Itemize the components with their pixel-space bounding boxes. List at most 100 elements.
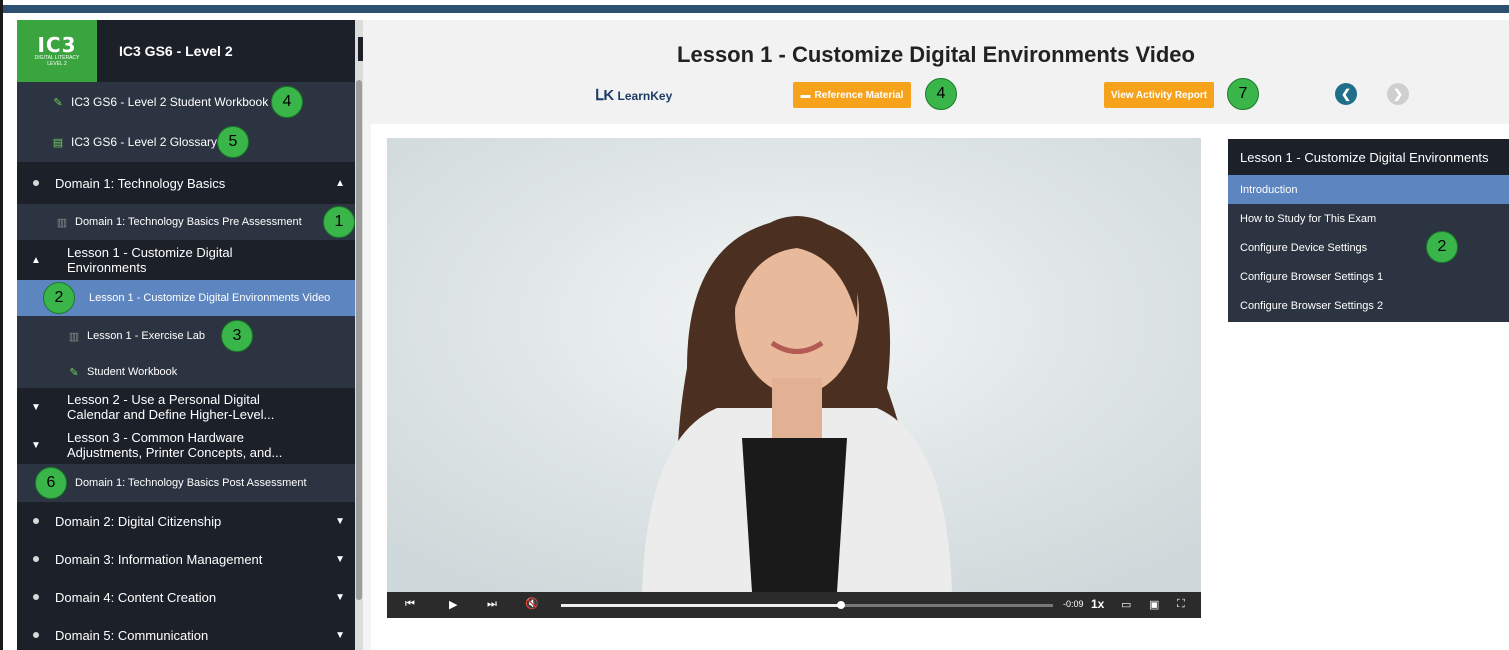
sidebar-item-lesson1[interactable]: ▲ Lesson 1 - Customize Digital Environme… [17, 240, 355, 280]
callout-badge: 5 [217, 126, 249, 158]
next-button[interactable]: ❯ [1387, 83, 1409, 105]
sidebar-header: IC3 DIGITAL LITERACY LEVEL 2 IC3 GS6 - L… [17, 20, 355, 82]
bullet-icon [33, 556, 39, 562]
button-label: Reference Material [814, 89, 904, 101]
logo-text: IC3 [37, 33, 77, 57]
mute-icon[interactable]: 🔇 [525, 597, 539, 610]
main-header: Lesson 1 - Customize Digital Environment… [363, 20, 1509, 122]
folder-icon: ▬ [800, 89, 811, 101]
skip-back-icon[interactable]: ⏮ [405, 598, 415, 611]
course-title: IC3 GS6 - Level 2 [119, 43, 233, 59]
callout-badge: 4 [925, 78, 957, 110]
scrollbar-thumb[interactable] [356, 80, 362, 600]
picture-in-picture-icon[interactable]: ▣ [1149, 598, 1159, 611]
sidebar-item-domain2[interactable]: Domain 2: Digital Citizenship ▼ [17, 502, 355, 540]
chevron-down-icon: ▼ [335, 629, 345, 641]
sidebar-item-domain4[interactable]: Domain 4: Content Creation ▼ [17, 578, 355, 616]
lesson-playlist: Lesson 1 - Customize Digital Environment… [1228, 139, 1509, 322]
seek-handle[interactable] [837, 601, 846, 609]
sidebar-item-domain3[interactable]: Domain 3: Information Management ▼ [17, 540, 355, 578]
video-controls: ⏮ ▶ ⏭ 🔇 -0:09 1x ▭ ▣ ⛶ [387, 592, 1201, 618]
callout-badge: 2 [1426, 231, 1458, 263]
sidebar-item-domain5[interactable]: Domain 5: Communication ▼ [17, 616, 355, 650]
video-player[interactable] [387, 138, 1201, 618]
play-icon[interactable]: ▶ [449, 598, 457, 611]
chart-icon: ▥ [56, 216, 68, 229]
learnkey-logo: ⅬK LearnKey [595, 86, 672, 104]
sidebar-item-lesson1-video[interactable]: Lesson 1 - Customize Digital Environment… [17, 280, 355, 316]
sidebar-item-label: Lesson 1 - Customize Digital Environment… [67, 245, 233, 275]
top-stripe [3, 5, 1509, 13]
main-area: Lesson 1 - Customize Digital Environment… [363, 20, 1509, 650]
page-title: Lesson 1 - Customize Digital Environment… [677, 42, 1195, 67]
time-remaining: -0:09 [1063, 599, 1084, 609]
chevron-down-icon: ▼ [335, 553, 345, 565]
playlist-item[interactable]: How to Study for This Exam [1228, 204, 1509, 233]
learnkey-logo-text: LearnKey [617, 89, 673, 103]
button-label: View Activity Report [1110, 89, 1208, 101]
sidebar-item-post-assessment[interactable]: Domain 1: Technology Basics Post Assessm… [17, 464, 355, 502]
logo-level: LEVEL 2 [47, 61, 67, 67]
sidebar-item-workbook[interactable]: ✎ IC3 GS6 - Level 2 Student Workbook 4 [17, 82, 355, 122]
chevron-down-icon: ▼ [335, 515, 345, 527]
sidebar-item-label: Student Workbook [87, 366, 178, 378]
playlist-item[interactable]: Configure Device Settings [1228, 233, 1509, 262]
chevron-down-icon: ▼ [335, 591, 345, 603]
chevron-down-icon: ▼ [31, 439, 41, 451]
sidebar-item-label: IC3 GS6 - Level 2 Glossary [71, 135, 218, 149]
sidebar-item-label: Domain 1: Technology Basics [55, 175, 226, 191]
window-frame [0, 0, 3, 650]
sidebar-item-label: Lesson 2 - Use a Personal Digital Calend… [67, 392, 275, 422]
callout-badge: 2 [43, 282, 75, 314]
chevron-up-icon: ▲ [31, 254, 41, 266]
captions-icon[interactable]: ▭ [1121, 598, 1131, 611]
chart-icon: ▥ [68, 330, 80, 343]
chevron-right-icon: ❯ [1392, 87, 1404, 101]
bullet-icon [33, 180, 39, 186]
sidebar-item-lesson3[interactable]: ▼ Lesson 3 - Common Hardware Adjustments… [17, 426, 355, 464]
lk-mark-icon: ⅬK [595, 87, 615, 104]
bullet-icon [33, 518, 39, 524]
sidebar-item-label: Lesson 1 - Customize Digital Environment… [89, 292, 331, 304]
sidebar-scrollbar[interactable] [355, 20, 363, 650]
sidebar-item-student-workbook[interactable]: ✎ Student Workbook [17, 356, 355, 388]
sidebar-item-domain1[interactable]: Domain 1: Technology Basics ▲ [17, 162, 355, 204]
bullet-icon [33, 594, 39, 600]
sidebar-item-label: Domain 3: Information Management [55, 551, 263, 567]
playlist-item[interactable]: Configure Browser Settings 1 [1228, 262, 1509, 291]
view-activity-report-button[interactable]: View Activity Report [1104, 82, 1214, 108]
callout-badge: 6 [35, 467, 67, 499]
callout-badge: 7 [1227, 78, 1259, 110]
sidebar-item-label: Domain 4: Content Creation [55, 589, 217, 605]
fullscreen-icon[interactable]: ⛶ [1177, 598, 1185, 611]
sidebar-item-label: Domain 1: Technology Basics Post Assessm… [75, 477, 307, 489]
sidebar-item-lesson2[interactable]: ▼ Lesson 2 - Use a Personal Digital Cale… [17, 388, 355, 426]
playlist-item[interactable]: Introduction [1228, 175, 1509, 204]
sidebar-item-label: Lesson 3 - Common Hardware Adjustments, … [67, 430, 283, 460]
chevron-down-icon: ▼ [31, 401, 41, 413]
playlist-header: Lesson 1 - Customize Digital Environment… [1228, 139, 1509, 175]
sidebar-item-glossary[interactable]: ▤ IC3 GS6 - Level 2 Glossary 5 [17, 122, 355, 162]
pencil-icon: ✎ [69, 366, 79, 379]
callout-badge: 3 [221, 320, 253, 352]
playlist-item[interactable]: Configure Browser Settings 2 [1228, 291, 1509, 320]
reference-material-button[interactable]: ▬ Reference Material [793, 82, 911, 108]
sidebar-item-label: Domain 2: Digital Citizenship [55, 513, 222, 529]
bullet-icon [33, 632, 39, 638]
seek-bar[interactable] [561, 601, 1053, 609]
callout-badge: 4 [271, 86, 303, 118]
sidebar-item-pre-assessment[interactable]: ▥ Domain 1: Technology Basics Pre Assess… [17, 204, 355, 240]
sidebar-item-label: Domain 1: Technology Basics Pre Assessme… [75, 216, 302, 228]
sidebar-item-exercise-lab[interactable]: ▥ Lesson 1 - Exercise Lab 3 [17, 316, 355, 356]
ic3-logo: IC3 DIGITAL LITERACY LEVEL 2 [17, 20, 97, 82]
previous-button[interactable]: ❮ [1335, 83, 1357, 105]
chevron-left-icon: ❮ [1340, 87, 1352, 101]
book-icon: ▤ [52, 136, 64, 149]
sidebar-item-label: Lesson 1 - Exercise Lab [87, 330, 206, 342]
playback-speed-button[interactable]: 1x [1091, 597, 1104, 611]
seek-progress [561, 604, 842, 607]
sidebar-item-label: Domain 5: Communication [55, 627, 209, 643]
callout-badge: 1 [323, 206, 355, 238]
skip-forward-icon[interactable]: ⏭ [487, 598, 497, 611]
sidebar-item-label: IC3 GS6 - Level 2 Student Workbook [71, 95, 269, 109]
